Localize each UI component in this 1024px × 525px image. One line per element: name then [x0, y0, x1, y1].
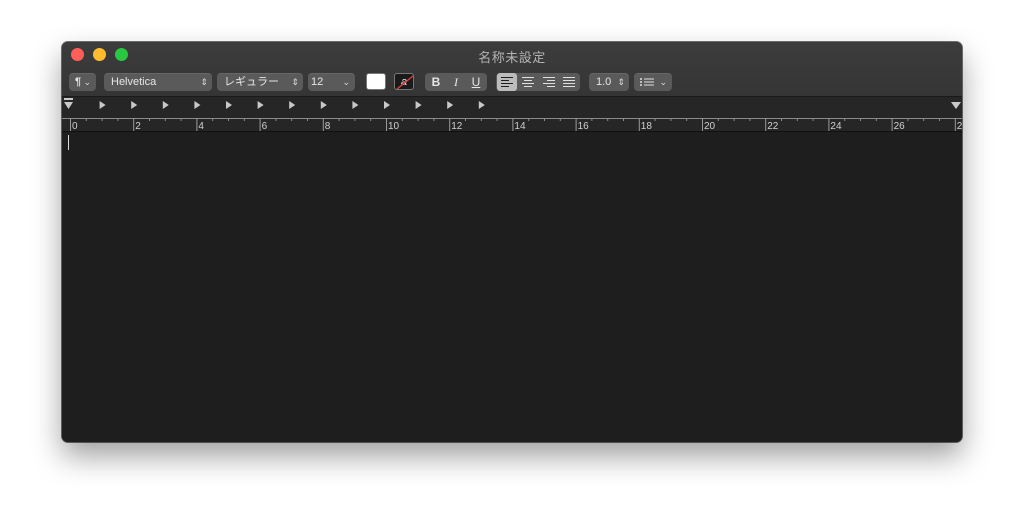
chevron-down-icon: ⌄ [83, 77, 91, 87]
chevron-down-icon: ⌄ [342, 77, 350, 87]
window-title: 名称未設定 [478, 50, 546, 65]
bold-button[interactable]: B [426, 73, 446, 91]
line-spacing-value: 1.0 [596, 76, 612, 88]
first-line-indent-marker [64, 98, 73, 100]
ruler-label: 22 [767, 121, 779, 131]
ruler-label: 20 [704, 121, 716, 131]
document-text-area[interactable] [62, 132, 962, 442]
align-left-button[interactable] [497, 73, 517, 91]
tab-stop-marker [194, 101, 201, 109]
ruler-label: 4 [198, 121, 204, 131]
text-color-well[interactable] [366, 73, 386, 90]
align-right-button[interactable] [539, 73, 559, 91]
tab-stop-marker [384, 101, 390, 109]
ruler-label: 0 [72, 121, 78, 131]
tab-stop-marker [320, 101, 327, 109]
align-center-icon [522, 77, 534, 87]
updown-arrows-icon: ⇕ [291, 77, 299, 87]
ruler[interactable]: 0 2 4 6 8 10 12 14 16 18 20 22 24 26 2 [62, 97, 962, 132]
no-color-slash-icon [396, 75, 413, 89]
pilcrow-icon: ¶ [75, 76, 82, 88]
font-family-value: Helvetica [111, 76, 157, 88]
tab-stop-marker [131, 101, 138, 109]
paragraph-style-popup[interactable]: ¶ ⌄ [69, 73, 96, 91]
updown-arrows-icon: ⇕ [617, 77, 625, 87]
tab-stop-marker [257, 101, 264, 109]
text-style-segmented: B I U [425, 73, 487, 91]
font-size-value: 12 [311, 76, 324, 88]
ruler-label: 12 [451, 121, 463, 131]
tab-stop-marker [99, 101, 106, 109]
ruler-label: 26 [894, 121, 906, 131]
ruler-label: 16 [578, 121, 590, 131]
font-style-value: レギュラー [224, 76, 279, 88]
font-style-popup[interactable]: レギュラー ⇕ [217, 73, 303, 91]
text-caret [68, 135, 69, 150]
tab-stop-marker [415, 101, 422, 109]
list-bullets-icon [640, 78, 654, 86]
italic-button[interactable]: I [446, 73, 466, 91]
align-center-button[interactable] [518, 73, 538, 91]
ruler-label: 14 [514, 121, 526, 131]
tab-stop-marker [162, 101, 169, 109]
align-justify-button[interactable] [559, 73, 579, 91]
tab-stop-marker [289, 101, 296, 109]
tab-stop-marker [447, 101, 454, 109]
tab-stop-marker [352, 101, 359, 109]
ruler-label: 24 [830, 121, 842, 131]
align-right-icon [543, 77, 555, 87]
tab-stop-marker [478, 101, 485, 109]
textedit-window: 名称未設定 ¶ ⌄ Helvetica ⇕ レギュラー ⇕ 12 ⌄ a B I… [62, 42, 962, 442]
font-size-combo[interactable]: 12 ⌄ [308, 73, 355, 91]
tab-stop-marker [226, 101, 232, 109]
ruler-label: 18 [641, 121, 653, 131]
updown-arrows-icon: ⇕ [200, 77, 208, 87]
align-left-icon [501, 77, 513, 87]
chevron-down-icon: ⌄ [659, 77, 667, 87]
right-indent-marker [951, 102, 961, 109]
ruler-label: 10 [388, 121, 400, 131]
list-style-popup[interactable]: ⌄ [634, 73, 672, 91]
highlight-color-well[interactable]: a [394, 73, 414, 90]
ruler-label: 6 [262, 121, 268, 131]
ruler-label: 2 [957, 121, 962, 131]
title-bar: 名称未設定 ¶ ⌄ Helvetica ⇕ レギュラー ⇕ 12 ⌄ a B I… [62, 42, 962, 97]
alignment-segmented [496, 73, 580, 91]
ruler-label: 8 [325, 121, 331, 131]
font-family-popup[interactable]: Helvetica ⇕ [104, 73, 212, 91]
align-justify-icon [563, 77, 575, 87]
left-indent-marker [64, 102, 73, 109]
ruler-label: 2 [135, 121, 141, 131]
underline-button[interactable]: U [466, 73, 486, 91]
line-spacing-popup[interactable]: 1.0 ⇕ [589, 73, 629, 91]
ruler-scale: 0 2 4 6 8 10 12 14 16 18 20 22 24 26 2 [62, 98, 962, 131]
